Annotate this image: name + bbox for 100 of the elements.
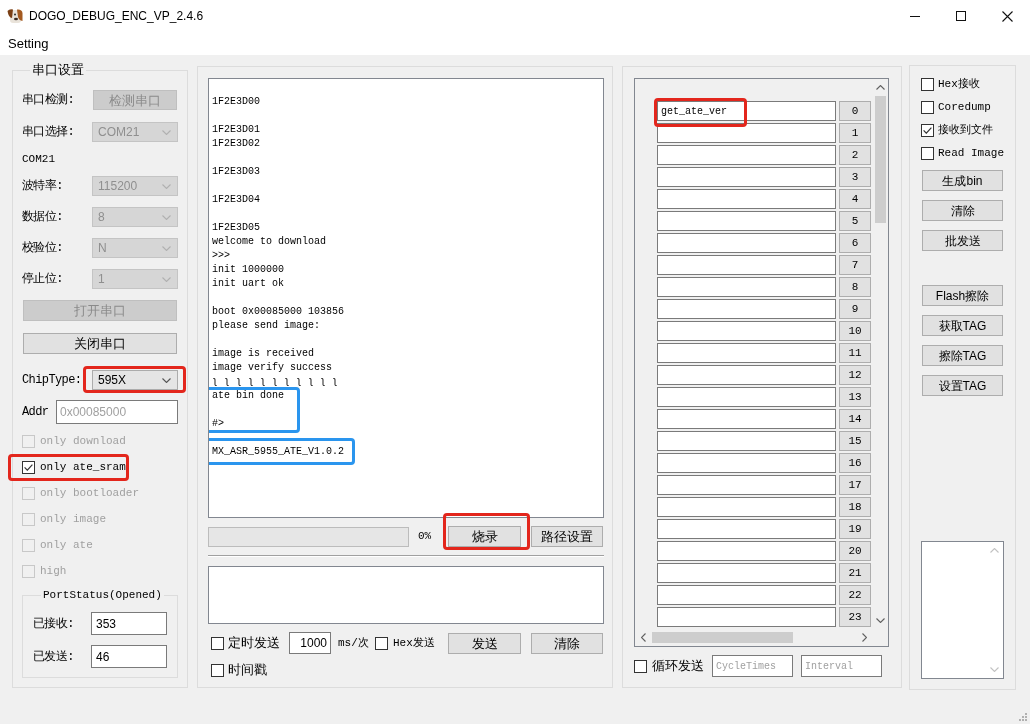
command-field[interactable] [657,519,836,539]
log-line: 1F2E3D04 [212,193,260,207]
checkbox-label: 循环发送 [652,657,704,676]
log-line: please send image: [212,319,321,333]
send-input-field[interactable] [208,566,604,624]
log-line: #> [212,417,224,431]
send-command-button[interactable]: 16 [839,453,871,473]
command-field[interactable] [657,211,836,231]
scrollbar-thumb[interactable] [652,632,793,643]
port-name-label: COM21 [22,152,55,166]
command-field[interactable] [657,541,836,561]
log-line: 1F2E3D05 [212,221,260,235]
menu-item[interactable]: Setting [2,32,55,55]
send-command-button[interactable]: 18 [839,497,871,517]
cycle-times-field[interactable]: CycleTimes [712,655,793,677]
checkbox[interactable] [921,101,934,114]
send-command-button[interactable]: 4 [839,189,871,209]
checkbox-label: only download [40,433,126,449]
command-field[interactable] [657,475,836,495]
tool-button[interactable]: 批发送 [922,230,1003,251]
send-command-button[interactable]: 13 [839,387,871,407]
command-field[interactable] [657,497,836,517]
log-line: image is received [212,347,315,361]
send-command-button[interactable]: 5 [839,211,871,231]
field-label: 串口检测: [22,92,75,109]
tool-button[interactable]: Flash擦除 [922,285,1003,306]
command-field[interactable] [657,145,836,165]
send-command-button[interactable]: 22 [839,585,871,605]
path-settings-button[interactable]: 路径设置 [531,526,603,547]
send-command-button[interactable]: 21 [839,563,871,583]
checkbox[interactable] [921,78,934,91]
send-command-button[interactable]: 14 [839,409,871,429]
clear-button[interactable]: 清除 [531,632,603,654]
send-command-button[interactable]: 20 [839,541,871,561]
checkbox[interactable] [921,124,934,137]
command-field[interactable] [657,409,836,429]
command-field[interactable] [657,585,836,605]
send-command-button[interactable]: 8 [839,277,871,297]
tool-button[interactable]: 设置TAG [922,375,1003,396]
command-field[interactable] [657,453,836,473]
command-field[interactable] [657,123,836,143]
send-command-button[interactable]: 6 [839,233,871,253]
send-command-button[interactable]: 1 [839,123,871,143]
checkbox[interactable] [211,636,224,650]
interval-field[interactable]: Interval [801,655,882,677]
tool-button[interactable]: 生成bin [922,170,1003,191]
checkbox[interactable] [634,659,647,673]
dropdown-value: COM21 [98,126,140,138]
counter-field[interactable]: 353 [91,612,167,635]
port-toggle-button[interactable]: 关闭串口 [23,333,177,354]
period-field[interactable]: 1000 [289,632,331,654]
counter-field[interactable]: 46 [91,645,167,668]
dropdown-value: 1 [98,273,105,285]
tool-button[interactable]: 获取TAG [922,315,1003,336]
command-field[interactable] [657,189,836,209]
command-field[interactable] [657,607,836,627]
tool-button[interactable]: 擦除TAG [922,345,1003,366]
field-label: 校验位: [22,240,63,257]
send-command-button[interactable]: 23 [839,607,871,627]
send-command-button[interactable]: 11 [839,343,871,363]
command-field[interactable] [657,167,836,187]
command-field[interactable] [657,299,836,319]
dropdown-value: 595X [98,374,127,386]
command-field[interactable] [657,365,836,385]
send-command-button[interactable]: 15 [839,431,871,451]
field-label: 串口选择: [22,124,75,141]
send-command-button[interactable]: 3 [839,167,871,187]
checkbox[interactable] [22,460,35,474]
tool-button[interactable]: 清除 [922,200,1003,221]
scrollbar-thumb[interactable] [875,96,886,223]
command-field[interactable]: get_ate_ver [657,101,836,121]
send-command-button[interactable]: 2 [839,145,871,165]
checkbox-label: Hex发送 [393,635,435,651]
command-field[interactable] [657,387,836,407]
checkbox[interactable] [211,663,224,677]
send-command-button[interactable]: 9 [839,299,871,319]
send-command-button[interactable]: 7 [839,255,871,275]
send-command-button[interactable]: 17 [839,475,871,495]
command-field[interactable] [657,343,836,363]
send-command-button[interactable]: 10 [839,321,871,341]
send-button[interactable]: 发送 [448,632,521,654]
close-icon [1001,10,1013,22]
send-command-button[interactable]: 12 [839,365,871,385]
command-field[interactable] [657,277,836,297]
command-field[interactable] [657,431,836,451]
dropdown[interactable]: 595X [92,370,178,390]
command-field[interactable] [657,321,836,341]
command-field[interactable] [657,255,836,275]
unit-label: ms/次 [338,635,369,651]
log-line: MX_ASR_5955_ATE_V1.0.2 [212,445,345,459]
dropdown-value: N [98,242,107,254]
command-field[interactable] [657,233,836,253]
burn-button[interactable]: 烧录 [448,526,521,547]
send-command-button[interactable]: 0 [839,101,871,121]
send-command-button[interactable]: 19 [839,519,871,539]
chevron-down-icon [990,667,999,672]
command-field[interactable] [657,563,836,583]
checkbox[interactable] [375,636,388,650]
dropdown-value: 8 [98,211,105,223]
checkbox[interactable] [921,147,934,160]
